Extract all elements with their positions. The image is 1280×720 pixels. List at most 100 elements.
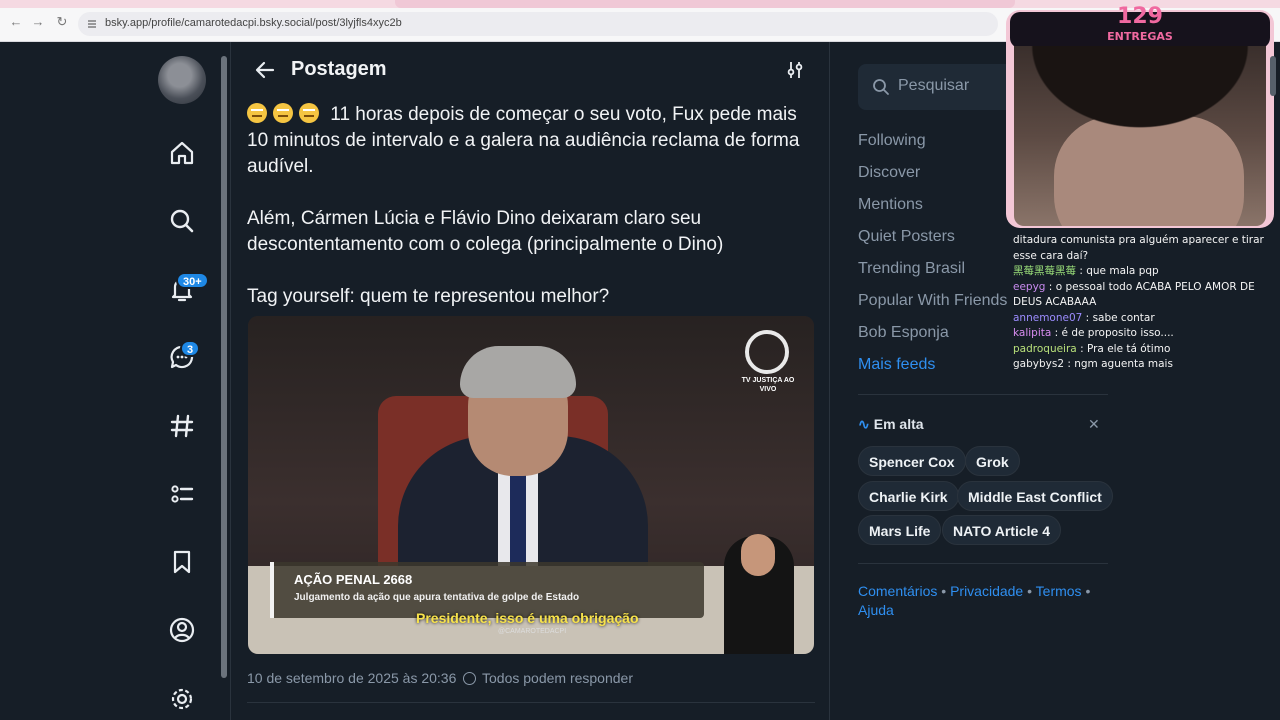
post-body: 11 horas depois de começar o seu voto, F… [247, 102, 817, 336]
url-text[interactable]: bsky.app/profile/camarotedacpi.bsky.soci… [105, 17, 402, 29]
chat-text: ditadura comunista pra alguém aparecer e… [1013, 234, 1264, 262]
video-caption: Presidente, isso é uma obrigação [416, 610, 639, 626]
globe-icon [463, 672, 476, 685]
bookmark-icon[interactable] [168, 548, 196, 576]
trending-chip[interactable]: Spencer Cox [858, 446, 966, 476]
video-watermark: @CAMAROTEDACPI [498, 628, 567, 635]
feed-link[interactable]: Trending Brasil [858, 260, 965, 278]
profile-avatar[interactable] [158, 56, 206, 104]
video-player[interactable]: TV JUSTIÇA AO VIVO AÇÃO PENAL 2668 Julga… [248, 316, 814, 654]
chat-text: sabe contar [1092, 311, 1155, 324]
search-placeholder[interactable]: Pesquisar [898, 77, 969, 95]
chat-username: gabybys2 [1013, 358, 1065, 370]
feed-link[interactable]: Quiet Posters [858, 228, 955, 246]
chat-message: eepyg : o pessoal todo ACABA PELO AMOR D… [1013, 280, 1255, 309]
footer-links: Comentários • Privacidade • Termos • Aju… [858, 583, 1091, 618]
thread-settings-sliders-icon[interactable] [785, 60, 805, 80]
stream-chat: ditadura comunista pra alguém aparecer e… [1013, 233, 1265, 373]
feed-link[interactable]: Popular With Friends [858, 292, 1007, 310]
close-icon[interactable]: ✕ [1088, 416, 1100, 433]
lower-third-subtitle: Julgamento da ação que apura tentativa d… [294, 592, 580, 603]
trending-chip[interactable]: Grok [965, 446, 1020, 476]
feed-link[interactable]: Discover [858, 164, 920, 182]
chat-text: Pra ele tá ótimo [1086, 342, 1171, 355]
chat-text: ngm aguenta mais [1074, 358, 1173, 370]
feed-link[interactable]: Following [858, 132, 926, 150]
stream-goal-label: ENTREGAS [1107, 30, 1173, 43]
post-header: Postagem [231, 42, 831, 98]
divider [858, 394, 1108, 395]
chat-text: é de proposito isso.... [1061, 327, 1174, 339]
post-paragraph-2: Além, Cármen Lúcia e Flávio Dino deixara… [247, 208, 724, 255]
chat-message: annemone07 : sabe contar [1013, 311, 1155, 324]
notifications-badge: 30+ [176, 272, 209, 289]
footer-link-terms[interactable]: Termos [1036, 583, 1082, 599]
reload-icon[interactable]: ↻ [54, 14, 70, 30]
chat-message: 黑莓黑莓黑莓 : que mala pqp [1013, 265, 1159, 277]
active-tab[interactable] [395, 0, 1015, 8]
chat-badge: 3 [180, 340, 201, 357]
eye-roll-emoji-icon [247, 103, 267, 123]
chat-username: kalipita [1013, 327, 1052, 339]
eye-roll-emoji-icon [299, 103, 319, 123]
chat-message: padroqueira : Pra ele tá ótimo [1013, 342, 1171, 355]
scrollbar-thumb[interactable] [221, 56, 227, 678]
lists-icon[interactable] [168, 480, 196, 508]
home-icon[interactable] [168, 139, 196, 167]
footer-link-comments[interactable]: Comentários [858, 583, 937, 599]
interpreter-face [741, 534, 775, 576]
back-arrow-icon[interactable] [253, 58, 277, 82]
address-bar[interactable]: bsky.app/profile/camarotedacpi.bsky.soci… [78, 12, 998, 36]
tv-justica-logo-icon [745, 330, 789, 374]
back-nav-icon[interactable]: ← [8, 14, 24, 30]
video-tie [510, 474, 526, 566]
more-feeds-link[interactable]: Mais feeds [858, 356, 935, 374]
lower-third-title: AÇÃO PENAL 2668 [294, 572, 413, 587]
hashtag-feeds-icon[interactable] [168, 412, 196, 440]
post-thread-column: Postagem 11 horas depois de começar o se… [230, 42, 830, 720]
streamer-webcam [1014, 46, 1266, 226]
search-icon [873, 79, 889, 95]
stream-goal-count: 129 [1117, 4, 1163, 29]
chat-message: ditadura comunista pra alguém aparecer e… [1013, 233, 1265, 264]
trending-chip[interactable]: Mars Life [858, 515, 942, 545]
divider [858, 563, 1108, 564]
chat-text: o pessoal todo ACABA PELO AMOR DE DEUS A… [1013, 280, 1255, 309]
streamer-hair [1014, 46, 1266, 141]
profile-icon[interactable] [168, 616, 196, 644]
page-scrollbar-thumb[interactable] [1270, 56, 1276, 96]
post-paragraph-3: Tag yourself: quem te representou melhor… [247, 286, 610, 307]
chat-message: gabybys2 : ngm aguenta mais [1013, 358, 1173, 370]
video-hair [460, 346, 576, 398]
footer-link-privacy[interactable]: Privacidade [950, 583, 1023, 599]
forward-nav-icon[interactable]: → [30, 14, 46, 30]
reply-setting-label: Todos podem responder [482, 670, 633, 686]
page-title: Postagem [291, 58, 387, 80]
post-text-1: 11 horas depois de começar o seu voto, F… [247, 104, 800, 177]
feed-link[interactable]: Bob Esponja [858, 324, 949, 342]
main-scrollbar[interactable] [221, 56, 227, 678]
channel-logo-text: TV JUSTIÇA AO VIVO [741, 377, 795, 393]
search-icon[interactable] [168, 207, 196, 235]
eye-roll-emoji-icon [273, 103, 293, 123]
divider [247, 702, 815, 703]
chat-username: eepyg [1013, 280, 1046, 293]
chat-username: padroqueira [1013, 342, 1077, 355]
reply-setting[interactable]: Todos podem responder [463, 670, 633, 686]
chat-username: 黑莓黑莓黑莓 [1013, 265, 1076, 277]
trending-chip[interactable]: Middle East Conflict [957, 481, 1113, 511]
trending-chip[interactable]: NATO Article 4 [942, 515, 1061, 545]
site-info-icon[interactable] [86, 18, 98, 30]
chat-username: annemone07 [1013, 311, 1083, 324]
chat-text: que mala pqp [1086, 265, 1159, 277]
feed-link[interactable]: Mentions [858, 196, 923, 214]
trending-pulse-icon: ∿ [858, 416, 870, 432]
trending-title: Em alta [873, 416, 924, 432]
footer-link-help[interactable]: Ajuda [858, 602, 894, 618]
post-timestamp[interactable]: 10 de setembro de 2025 às 20:36 [247, 670, 456, 686]
chat-message: kalipita : é de proposito isso.... [1013, 327, 1174, 339]
trending-header: ∿ Em alta [858, 416, 924, 433]
trending-chip[interactable]: Charlie Kirk [858, 481, 959, 511]
lower-third-bracket [270, 562, 278, 618]
settings-gear-icon[interactable] [168, 685, 196, 713]
